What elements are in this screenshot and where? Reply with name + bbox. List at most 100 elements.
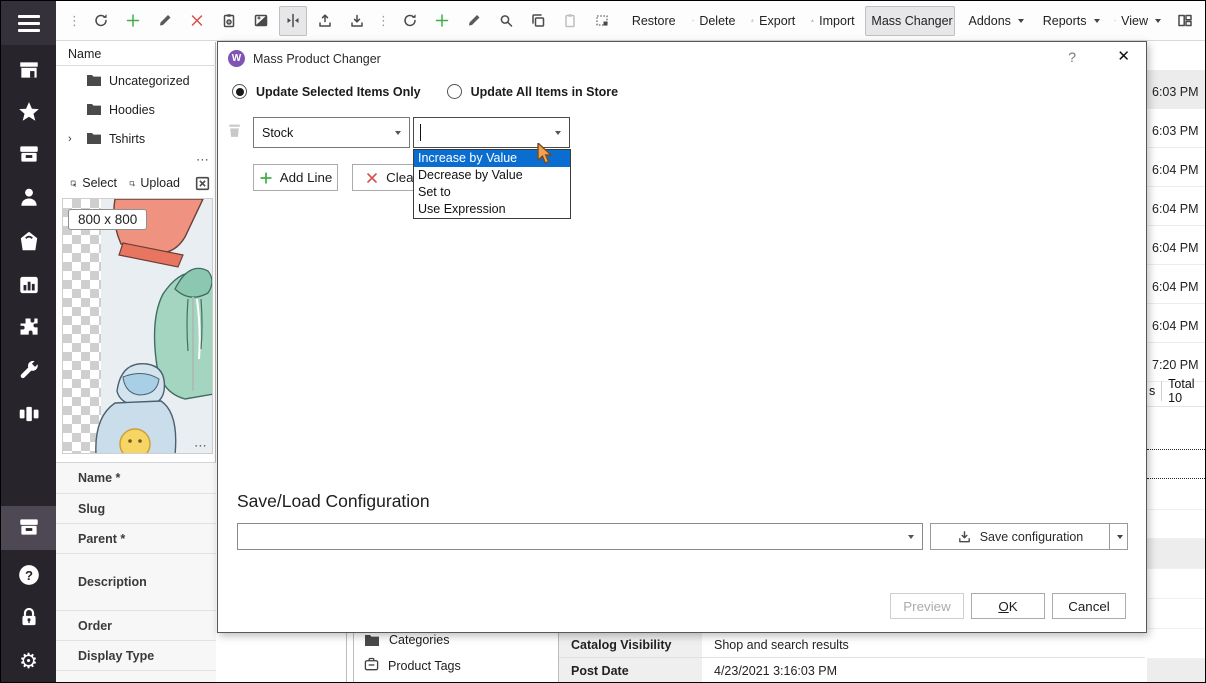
sidebar-item-addons[interactable]	[1, 306, 56, 350]
table-row[interactable]: 6:04 PM	[1147, 304, 1206, 343]
close-icon[interactable]: ✕	[1117, 47, 1130, 65]
add-line-button[interactable]: Add Line	[253, 164, 338, 191]
table-row[interactable]: Post Date 4/23/2021 3:16:03 PM	[559, 658, 1145, 683]
tree-item-tshirts[interactable]: › Tshirts	[56, 124, 216, 153]
upload-button[interactable]	[311, 6, 339, 36]
table-row[interactable]: 6:04 PM	[1147, 148, 1206, 187]
image-adjust-button[interactable]	[247, 6, 275, 36]
download-button[interactable]	[343, 6, 371, 36]
folder-icon	[364, 634, 380, 647]
sidebar-item-multichannel[interactable]	[1, 393, 56, 437]
ok-rest: K	[1009, 599, 1018, 614]
property-row-slug[interactable]: Slug	[56, 494, 216, 524]
panel-resize-handle[interactable]: ⋯	[196, 156, 210, 164]
search-button[interactable]	[492, 6, 520, 36]
refresh-2-button[interactable]	[396, 6, 424, 36]
save-configuration-menu-button[interactable]	[1110, 523, 1128, 550]
sidebar-item-customers[interactable]	[1, 176, 56, 220]
addons-button[interactable]: Addons	[959, 6, 1029, 36]
empty-row[interactable]	[1147, 480, 1206, 510]
delete-labeled-button[interactable]: Delete	[686, 6, 742, 36]
edit-2-button[interactable]	[460, 6, 488, 36]
property-row-description[interactable]: Description	[56, 554, 216, 611]
sidebar-item-help[interactable]: ?	[1, 554, 56, 598]
time-cell: 6:04 PM	[1152, 241, 1199, 255]
table-row[interactable]: 6:04 PM	[1147, 187, 1206, 226]
restore-button[interactable]: Restore	[620, 6, 682, 36]
image-preview[interactable]: 800 x 800 ⋯	[62, 198, 213, 454]
add-button[interactable]	[119, 6, 147, 36]
property-row-parent[interactable]: Parent *	[56, 524, 216, 554]
dropdown-option[interactable]: Set to	[414, 184, 570, 201]
dropdown-option[interactable]: Increase by Value	[414, 150, 570, 167]
select-image-button[interactable]: Select	[66, 168, 121, 198]
tree-column-header[interactable]: Name	[56, 42, 216, 66]
view-label: View	[1121, 14, 1148, 28]
remove-image-button[interactable]	[188, 168, 216, 198]
property-row-name[interactable]: Name *	[56, 463, 216, 494]
layout-panels-button[interactable]	[1171, 6, 1199, 36]
tree-item-uncategorized[interactable]: Uncategorized	[56, 66, 216, 95]
detail-label: Post Date	[559, 658, 702, 683]
view-button[interactable]: View	[1108, 6, 1167, 36]
value-combobox[interactable]	[413, 117, 570, 148]
list-item-product-tags[interactable]: Product Tags	[354, 653, 557, 679]
empty-row[interactable]	[1147, 569, 1206, 599]
table-row[interactable]: Catalog Visibility Shop and search resul…	[559, 632, 1145, 658]
empty-row[interactable]	[1147, 629, 1206, 659]
property-row-order[interactable]: Order	[56, 611, 216, 641]
sidebar-item-tools[interactable]	[1, 350, 56, 394]
empty-row[interactable]	[1147, 510, 1206, 539]
sidebar-item-products[interactable]	[1, 220, 56, 264]
preview-button[interactable]: Preview	[890, 593, 964, 619]
empty-row[interactable]	[1147, 659, 1206, 683]
folder-icon	[86, 74, 102, 87]
paste-button[interactable]	[556, 6, 584, 36]
split-view-button[interactable]	[279, 6, 307, 36]
sidebar-item-orders[interactable]	[1, 133, 56, 177]
upload-image-button[interactable]: Upload	[125, 168, 184, 198]
save-configuration-button[interactable]: Save configuration	[930, 523, 1110, 550]
mass-changer-button[interactable]: Mass Changer	[865, 6, 955, 36]
paste-special-button[interactable]	[588, 6, 616, 36]
ok-button[interactable]: OK	[971, 593, 1045, 619]
clipboard-view-button[interactable]	[215, 6, 243, 36]
sidebar-item-settings[interactable]: ⚙	[1, 639, 56, 683]
chevron-right-icon[interactable]: ›	[68, 133, 72, 145]
field-combobox[interactable]: Stock	[253, 117, 410, 148]
sidebar-item-mass-operations[interactable]	[1, 506, 56, 550]
radio-update-all[interactable]: Update All Items in Store	[447, 84, 618, 99]
import-button[interactable]: Import	[805, 6, 860, 36]
add-2-button[interactable]	[428, 6, 456, 36]
empty-row[interactable]	[1147, 599, 1206, 629]
copy-button[interactable]	[524, 6, 552, 36]
radio-update-selected[interactable]: Update Selected Items Only	[232, 84, 421, 99]
table-row[interactable]: 6:03 PM	[1147, 70, 1206, 109]
tree-item-hoodies[interactable]: Hoodies	[56, 95, 216, 124]
table-row[interactable]: 6:04 PM	[1147, 265, 1206, 304]
export-button[interactable]: Export	[745, 6, 801, 36]
panel-resize-handle[interactable]: ⋯	[194, 442, 208, 450]
help-icon[interactable]: ?	[1068, 49, 1076, 65]
hamburger-menu-icon[interactable]	[1, 1, 56, 45]
edit-button[interactable]	[151, 6, 179, 36]
configuration-combobox[interactable]	[237, 523, 923, 550]
delete-button[interactable]	[183, 6, 211, 36]
dropdown-option[interactable]: Decrease by Value	[414, 167, 570, 184]
cancel-button[interactable]: Cancel	[1052, 593, 1126, 619]
table-row[interactable]: 6:03 PM	[1147, 109, 1206, 148]
dropdown-option[interactable]: Use Expression	[414, 201, 570, 218]
sidebar-item-security[interactable]	[1, 596, 56, 640]
sidebar-item-reports[interactable]	[1, 264, 56, 308]
upload-label: Upload	[140, 176, 180, 190]
focused-empty-row[interactable]	[1147, 449, 1206, 479]
sidebar-item-favorites[interactable]	[1, 91, 56, 135]
sidebar-item-store[interactable]	[1, 49, 56, 93]
folder-icon	[86, 103, 102, 116]
empty-row[interactable]	[1147, 539, 1206, 569]
property-row-display-type[interactable]: Display Type	[56, 641, 216, 671]
reports-button[interactable]: Reports	[1033, 6, 1104, 36]
refresh-button[interactable]	[87, 6, 115, 36]
table-row[interactable]: 6:04 PM	[1147, 226, 1206, 265]
panel-divider	[346, 629, 347, 682]
